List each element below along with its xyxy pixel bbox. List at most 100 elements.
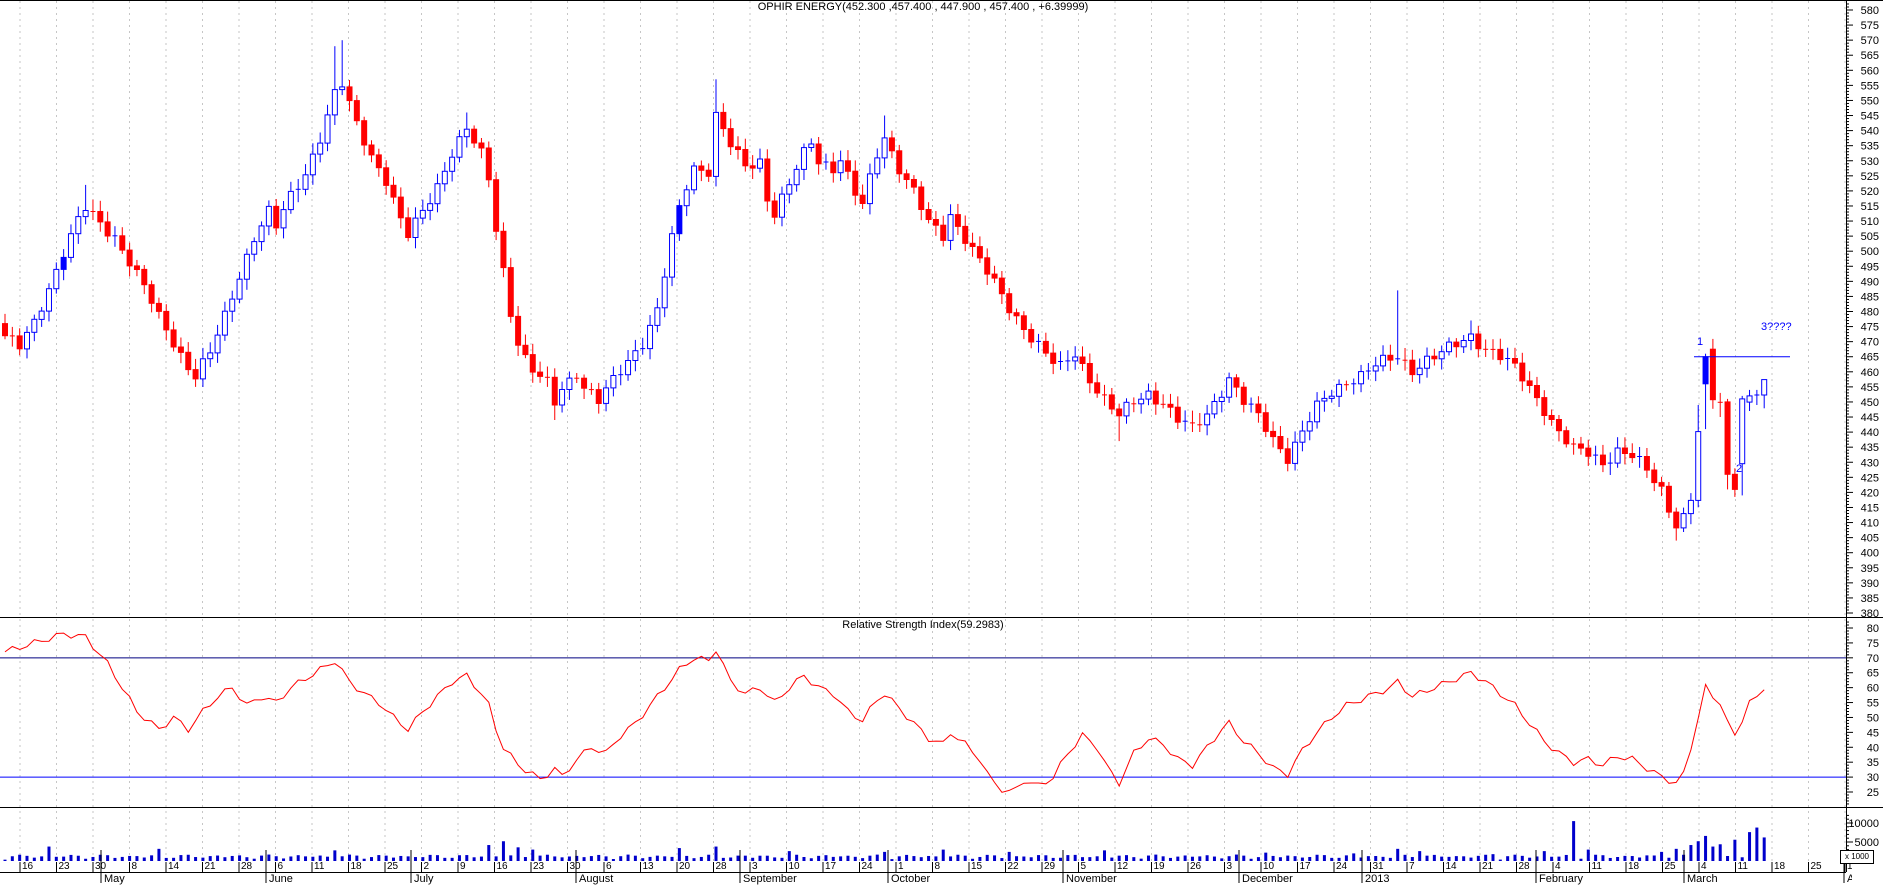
- svg-text:14: 14: [1446, 861, 1458, 872]
- svg-text:21: 21: [205, 861, 217, 872]
- svg-text:December: December: [1242, 873, 1293, 885]
- svg-text:540: 540: [1861, 126, 1879, 138]
- svg-text:11: 11: [1592, 861, 1603, 872]
- svg-text:14: 14: [168, 861, 180, 872]
- svg-text:435: 435: [1861, 442, 1879, 454]
- svg-text:450: 450: [1861, 397, 1879, 409]
- svg-text:550: 550: [1861, 95, 1879, 107]
- volume-bars: [4, 821, 1766, 861]
- svg-text:28: 28: [1519, 861, 1531, 872]
- svg-text:3: 3: [752, 861, 758, 872]
- svg-text:455: 455: [1861, 382, 1879, 394]
- svg-text:August: August: [579, 873, 613, 885]
- svg-text:1: 1: [898, 861, 904, 872]
- svg-text:16: 16: [22, 861, 34, 872]
- svg-text:5: 5: [1081, 861, 1087, 872]
- svg-text:18: 18: [1628, 861, 1640, 872]
- svg-text:31: 31: [1373, 861, 1385, 872]
- svg-text:80: 80: [1867, 623, 1879, 635]
- svg-text:385: 385: [1861, 593, 1879, 605]
- svg-text:25: 25: [1811, 861, 1823, 872]
- svg-text:23: 23: [533, 861, 545, 872]
- rsi-line: [5, 633, 1764, 792]
- chart-canvas[interactable]: 123????580575570565560555550545540535530…: [0, 0, 1883, 885]
- chart-window: 123????580575570565560555550545540535530…: [0, 0, 1883, 885]
- svg-text:25: 25: [387, 861, 399, 872]
- svg-text:460: 460: [1861, 367, 1879, 379]
- svg-text:11: 11: [314, 861, 325, 872]
- svg-text:75: 75: [1867, 638, 1879, 650]
- svg-text:535: 535: [1861, 141, 1879, 153]
- weekly-gridlines: [20, 1, 1845, 871]
- svg-text:10: 10: [1263, 861, 1275, 872]
- svg-text:55: 55: [1867, 698, 1879, 710]
- svg-text:520: 520: [1861, 186, 1879, 198]
- svg-text:545: 545: [1861, 111, 1879, 123]
- svg-text:20: 20: [679, 861, 691, 872]
- svg-text:30: 30: [1867, 772, 1879, 784]
- svg-text:425: 425: [1861, 472, 1879, 484]
- svg-text:5000: 5000: [1855, 837, 1879, 849]
- svg-text:25: 25: [1867, 787, 1879, 799]
- svg-text:60: 60: [1867, 683, 1879, 695]
- svg-text:35: 35: [1867, 757, 1879, 769]
- svg-text:390: 390: [1861, 578, 1879, 590]
- svg-text:560: 560: [1861, 65, 1879, 77]
- svg-text:8: 8: [132, 861, 138, 872]
- svg-text:May: May: [104, 873, 125, 885]
- svg-text:28: 28: [716, 861, 728, 872]
- svg-text:495: 495: [1861, 261, 1879, 273]
- svg-text:3: 3: [1227, 861, 1233, 872]
- svg-text:2013: 2013: [1365, 873, 1389, 885]
- svg-text:18: 18: [1774, 861, 1786, 872]
- rsi-panel-title: Relative Strength Index(59.2983): [0, 619, 1846, 631]
- svg-text:24: 24: [1336, 861, 1348, 872]
- wave-label-1: 1: [1697, 336, 1703, 348]
- svg-text:40: 40: [1867, 742, 1879, 754]
- svg-text:500: 500: [1861, 246, 1879, 258]
- svg-text:575: 575: [1861, 20, 1879, 32]
- svg-text:485: 485: [1861, 291, 1879, 303]
- svg-text:10000: 10000: [1848, 818, 1879, 830]
- wave-label-3: 3????: [1761, 321, 1792, 333]
- svg-text:555: 555: [1861, 80, 1879, 92]
- svg-text:26: 26: [1190, 861, 1202, 872]
- svg-text:11: 11: [1738, 861, 1749, 872]
- svg-text:25: 25: [1665, 861, 1677, 872]
- svg-text:440: 440: [1861, 427, 1879, 439]
- svg-text:430: 430: [1861, 457, 1879, 469]
- svg-text:29: 29: [1044, 861, 1056, 872]
- svg-text:October: October: [891, 873, 930, 885]
- svg-text:30: 30: [570, 861, 582, 872]
- svg-text:505: 505: [1861, 231, 1879, 243]
- svg-text:380: 380: [1861, 608, 1879, 620]
- svg-text:490: 490: [1861, 276, 1879, 288]
- svg-text:530: 530: [1861, 156, 1879, 168]
- svg-text:13: 13: [643, 861, 655, 872]
- svg-text:24: 24: [862, 861, 874, 872]
- svg-text:21: 21: [1482, 861, 1494, 872]
- svg-text:4: 4: [1555, 861, 1561, 872]
- svg-text:395: 395: [1861, 563, 1879, 575]
- svg-text:9: 9: [460, 861, 466, 872]
- svg-text:15: 15: [971, 861, 983, 872]
- svg-text:470: 470: [1861, 337, 1879, 349]
- svg-text:April: April: [1847, 873, 1869, 885]
- svg-text:16: 16: [497, 861, 509, 872]
- svg-text:445: 445: [1861, 412, 1879, 424]
- svg-text:405: 405: [1861, 533, 1879, 545]
- svg-text:565: 565: [1861, 50, 1879, 62]
- svg-text:570: 570: [1861, 35, 1879, 47]
- volume-multiplier-box: x 1000: [1840, 850, 1874, 864]
- svg-text:420: 420: [1861, 487, 1879, 499]
- svg-text:475: 475: [1861, 322, 1879, 334]
- svg-text:28: 28: [241, 861, 253, 872]
- svg-text:10: 10: [789, 861, 801, 872]
- svg-text:525: 525: [1861, 171, 1879, 183]
- svg-text:410: 410: [1861, 518, 1879, 530]
- svg-text:June: June: [269, 873, 293, 885]
- svg-text:17: 17: [825, 861, 837, 872]
- price-panel-title: OPHIR ENERGY(452.300 ,457.400 , 447.900 …: [0, 1, 1846, 13]
- svg-text:July: July: [414, 873, 434, 885]
- svg-text:8: 8: [935, 861, 941, 872]
